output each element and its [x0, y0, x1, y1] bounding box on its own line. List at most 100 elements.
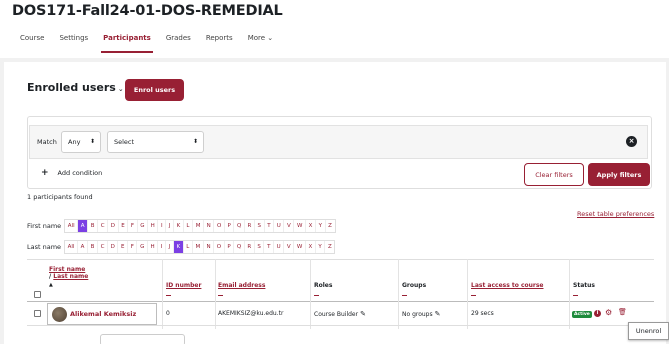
last-name-letter-n[interactable]: N — [204, 241, 215, 253]
first-name-letter-p[interactable]: P — [225, 220, 235, 232]
first-name-letter-all[interactable]: All — [65, 220, 79, 232]
last-name-letter-b[interactable]: B — [88, 241, 98, 253]
name-column-header: First name / Last name ▲ — [49, 266, 88, 288]
first-name-letter-i[interactable]: I — [158, 220, 167, 232]
last-name-letter-z[interactable]: Z — [325, 241, 334, 253]
chevron-down-icon: ⌄ — [267, 34, 274, 42]
chevron-down-icon: ⌄ — [117, 85, 124, 93]
last-name-letter-i[interactable]: I — [158, 241, 167, 253]
last-name-letter-a[interactable]: A — [78, 241, 89, 253]
last-name-letter-d[interactable]: D — [108, 241, 119, 253]
first-name-letter-y[interactable]: Y — [316, 220, 326, 232]
enrol-users-button[interactable]: Enrol users — [125, 79, 184, 101]
clear-filters-button[interactable]: Clear filters — [524, 163, 584, 186]
filter-type-select[interactable]: Select ⬍ — [107, 131, 204, 153]
nav-more[interactable]: More ⌄ — [248, 33, 273, 48]
last-name-letter-f[interactable]: F — [128, 241, 138, 253]
bulk-action-select[interactable] — [100, 334, 185, 344]
first-name-letter-z[interactable]: Z — [326, 220, 335, 232]
hide-column-icon[interactable] — [471, 295, 476, 296]
first-name-letter-g[interactable]: G — [138, 220, 149, 232]
first-name-letter-w[interactable]: W — [294, 220, 306, 232]
last-name-letter-q[interactable]: Q — [234, 241, 245, 253]
first-name-sort-link[interactable]: First name — [49, 266, 85, 273]
first-name-letter-r[interactable]: R — [245, 220, 255, 232]
first-name-letter-l[interactable]: L — [184, 220, 194, 232]
last-name-letter-k[interactable]: K — [173, 241, 184, 253]
last-name-letter-w[interactable]: W — [294, 241, 306, 253]
last-name-letter-v[interactable]: V — [284, 241, 295, 253]
first-name-letter-b[interactable]: B — [88, 220, 99, 232]
first-name-initials-bar: First name All A B C D E F G H I J K L M N O P Q R S T U V W X Y Z — [27, 219, 336, 233]
info-icon[interactable]: i — [594, 310, 601, 317]
first-name-letter-k[interactable]: K — [174, 220, 184, 232]
last-name-letter-u[interactable]: U — [274, 241, 285, 253]
pencil-icon[interactable]: ✎ — [435, 310, 441, 318]
last-name-letter-s[interactable]: S — [255, 241, 265, 253]
last-name-letter-p[interactable]: P — [225, 241, 235, 253]
enrolled-users-heading[interactable]: Enrolled users ⌄ — [27, 81, 124, 94]
first-name-letter-o[interactable]: O — [214, 220, 225, 232]
gear-icon[interactable]: ⚙ — [605, 308, 612, 317]
last-name-letter-e[interactable]: E — [118, 241, 129, 253]
first-name-letter-s[interactable]: S — [255, 220, 265, 232]
first-name-letter-d[interactable]: D — [108, 220, 119, 232]
role-cell: Course Builder ✎ — [314, 310, 366, 318]
row-select-checkbox[interactable] — [34, 310, 41, 317]
first-name-letter-e[interactable]: E — [119, 220, 129, 232]
first-name-letter-f[interactable]: F — [128, 220, 138, 232]
first-name-letter-a[interactable]: A — [78, 220, 89, 232]
hide-column-icon[interactable] — [573, 295, 578, 296]
last-name-letter-r[interactable]: R — [245, 241, 255, 253]
roles-header-label: Roles — [314, 282, 333, 289]
nav-participants[interactable]: Participants — [101, 33, 153, 53]
last-name-letter-all[interactable]: All — [65, 241, 79, 253]
nav-settings[interactable]: Settings — [59, 33, 88, 48]
last-name-letter-h[interactable]: H — [148, 241, 159, 253]
add-condition-button[interactable]: + Add condition — [41, 168, 102, 178]
first-name-letter-u[interactable]: U — [274, 220, 285, 232]
select-all-checkbox[interactable] — [34, 291, 41, 298]
last-name-letter-x[interactable]: X — [306, 241, 316, 253]
nav-reports[interactable]: Reports — [206, 33, 233, 48]
nav-grades[interactable]: Grades — [166, 33, 191, 48]
apply-filters-button[interactable]: Apply filters — [588, 163, 650, 186]
last-name-letter-j[interactable]: J — [166, 241, 174, 253]
reset-table-preferences-link[interactable]: Reset table preferences — [577, 210, 654, 218]
groups-column-header: Groups — [402, 282, 426, 296]
trash-icon[interactable]: 🗑 — [618, 308, 627, 316]
table-row: Alikemal Kemiksiz 0 AKEMIKSIZ@ku.edu.tr … — [27, 302, 654, 326]
first-name-letter-j[interactable]: J — [166, 220, 175, 232]
last-name-letter-t[interactable]: T — [264, 241, 275, 253]
last-name-letter-l[interactable]: L — [184, 241, 193, 253]
participants-table: First name / Last name ▲ ID number Email… — [27, 259, 654, 329]
last-name-letter-y[interactable]: Y — [316, 241, 326, 253]
first-name-letter-m[interactable]: M — [193, 220, 205, 232]
hide-column-icon[interactable] — [166, 295, 171, 296]
nav-course[interactable]: Course — [20, 33, 44, 48]
first-name-letter-t[interactable]: T — [265, 220, 275, 232]
hide-column-icon[interactable] — [402, 295, 407, 296]
last-name-letter-g[interactable]: G — [137, 241, 148, 253]
first-name-letter-q[interactable]: Q — [234, 220, 245, 232]
first-name-letter-x[interactable]: X — [306, 220, 316, 232]
last-name-letter-m[interactable]: M — [193, 241, 204, 253]
last-name-sort-link[interactable]: Last name — [53, 273, 88, 280]
first-name-letter-h[interactable]: H — [148, 220, 159, 232]
last-name-letter-o[interactable]: O — [214, 241, 225, 253]
match-select[interactable]: Any ⬍ — [61, 131, 101, 153]
hide-column-icon[interactable] — [218, 295, 223, 296]
last-access-column-header[interactable]: Last access to course — [471, 282, 544, 296]
add-condition-label: Add condition — [57, 169, 103, 177]
user-name-link[interactable]: Alikemal Kemiksiz — [70, 310, 136, 318]
last-name-letter-c[interactable]: C — [98, 241, 109, 253]
first-name-letter-v[interactable]: V — [284, 220, 295, 232]
id-number-column-header[interactable]: ID number — [166, 282, 201, 296]
user-name-cell[interactable]: Alikemal Kemiksiz — [47, 303, 157, 325]
pencil-icon[interactable]: ✎ — [360, 310, 366, 318]
remove-filter-icon[interactable]: × — [626, 136, 637, 147]
email-column-header[interactable]: Email address — [218, 282, 265, 296]
first-name-letter-c[interactable]: C — [98, 220, 109, 232]
hide-column-icon[interactable] — [314, 295, 319, 296]
first-name-letter-n[interactable]: N — [204, 220, 215, 232]
